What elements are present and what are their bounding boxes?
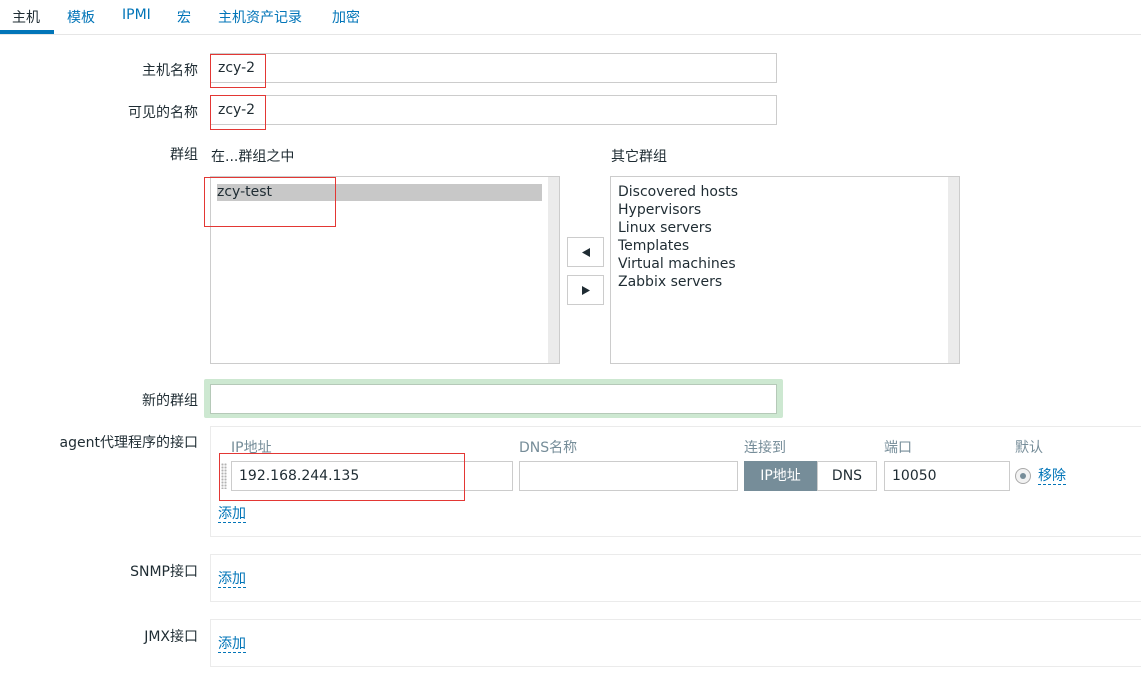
jmx-interfaces-label: JMX接口: [144, 629, 198, 645]
dns-name-input[interactable]: [519, 461, 738, 491]
connect-to-column-header: 连接到: [744, 440, 786, 456]
ip-address-input[interactable]: [231, 461, 513, 491]
list-item[interactable]: Linux servers: [618, 220, 712, 236]
scrollbar[interactable]: [948, 177, 959, 363]
active-tab-indicator: [0, 30, 54, 34]
visible-name-label: 可见的名称: [128, 105, 198, 121]
list-item[interactable]: Discovered hosts: [618, 184, 738, 200]
agent-interfaces-section: IP地址 DNS名称 连接到 端口 默认 IP地址 DNS 移除 添加: [210, 426, 1141, 537]
in-groups-header: 在...群组之中: [211, 149, 295, 165]
tab-encryption[interactable]: 加密: [332, 7, 360, 27]
move-right-button[interactable]: [567, 275, 604, 305]
list-item[interactable]: zcy-test: [217, 184, 542, 201]
list-item[interactable]: Hypervisors: [618, 202, 701, 218]
tab-ipmi[interactable]: IPMI: [122, 7, 151, 23]
dns-column-header: DNS名称: [519, 440, 578, 456]
list-item[interactable]: Templates: [618, 238, 689, 254]
agent-interfaces-label: agent代理程序的接口: [59, 435, 198, 451]
visible-name-input[interactable]: [210, 95, 777, 125]
tab-host[interactable]: 主机: [12, 7, 40, 27]
snmp-interfaces-label: SNMP接口: [130, 564, 198, 580]
default-radio[interactable]: [1015, 468, 1031, 484]
groups-label: 群组: [170, 147, 198, 163]
scrollbar[interactable]: [548, 177, 559, 363]
arrow-left-icon: [582, 248, 590, 257]
connect-dns-button[interactable]: DNS: [817, 461, 877, 491]
ip-column-header: IP地址: [231, 440, 272, 456]
host-name-input[interactable]: [210, 53, 777, 83]
tab-inventory[interactable]: 主机资产记录: [218, 7, 302, 27]
default-column-header: 默认: [1015, 440, 1043, 456]
port-column-header: 端口: [884, 440, 912, 456]
add-snmp-interface-link[interactable]: 添加: [218, 571, 246, 588]
host-name-label: 主机名称: [142, 63, 198, 79]
tab-templates[interactable]: 模板: [67, 7, 95, 27]
in-groups-listbox[interactable]: zcy-test: [210, 176, 560, 364]
other-groups-header: 其它群组: [611, 149, 667, 165]
snmp-interfaces-section: 添加: [210, 554, 1141, 602]
remove-interface-link[interactable]: 移除: [1038, 468, 1066, 485]
list-item[interactable]: Zabbix servers: [618, 274, 722, 290]
add-jmx-interface-link[interactable]: 添加: [218, 636, 246, 653]
move-left-button[interactable]: [567, 237, 604, 267]
list-item[interactable]: Virtual machines: [618, 256, 736, 272]
arrow-right-icon: [582, 286, 590, 295]
other-groups-listbox[interactable]: Discovered hosts Hypervisors Linux serve…: [610, 176, 960, 364]
connect-ip-button[interactable]: IP地址: [744, 461, 817, 491]
jmx-interfaces-section: 添加: [210, 619, 1141, 667]
new-group-label: 新的群组: [142, 393, 198, 409]
port-input[interactable]: [884, 461, 1010, 491]
new-group-input[interactable]: [210, 384, 777, 414]
tab-bar: 主机 模板 IPMI 宏 主机资产记录 加密: [0, 0, 1141, 35]
tab-macros[interactable]: 宏: [177, 7, 191, 27]
add-agent-interface-link[interactable]: 添加: [218, 506, 246, 523]
drag-handle-icon[interactable]: [221, 463, 227, 489]
